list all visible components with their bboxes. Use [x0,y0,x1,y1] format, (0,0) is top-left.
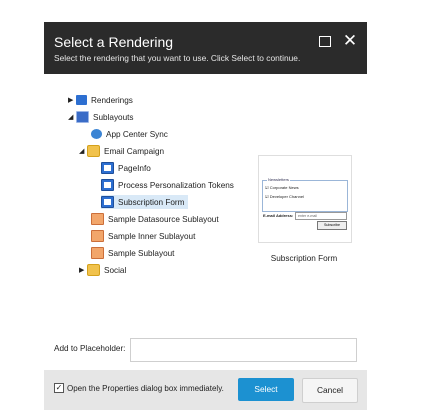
properties-checkbox[interactable]: ✓ [54,383,64,393]
tree-item-email-campaign[interactable]: ◢ Email Campaign [79,144,164,158]
tree-item-process-personalization-tokens[interactable]: Process Personalization Tokens [101,178,234,192]
tree-item-renderings[interactable]: ▶ Renderings [68,93,133,107]
expand-icon[interactable]: ▶ [68,96,76,104]
collapse-icon[interactable]: ◢ [79,147,87,155]
placeholder-input[interactable] [130,338,357,362]
tree-item-sample-sublayout[interactable]: Sample Sublayout [91,246,174,260]
select-button[interactable]: Select [238,378,294,401]
tree-item-label: Subscription Form [118,197,185,207]
placeholder-label: Add to Placeholder: [54,344,126,353]
tree-item-app-center-sync[interactable]: App Center Sync [91,127,168,141]
maximize-icon [319,36,331,47]
document-icon [101,162,114,174]
document-icon [101,179,114,191]
dialog-title: Select a Rendering [54,34,174,50]
properties-checkbox-row[interactable]: ✓ Open the Properties dialog box immedia… [54,383,224,393]
select-rendering-dialog: Select a Rendering Select the rendering … [44,22,367,410]
tree-item-label: PageInfo [118,163,151,173]
dialog-subtitle: Select the rendering that you want to us… [54,53,301,63]
tree-item-label: App Center Sync [106,129,168,139]
tree-item-label: Sample Inner Sublayout [108,231,196,241]
expand-icon[interactable]: ▶ [79,266,87,274]
collapse-icon[interactable]: ◢ [68,113,76,121]
preview-legend: Newsletters [267,177,290,182]
dialog-footer: ✓ Open the Properties dialog box immedia… [44,370,367,410]
tree-item-pageinfo[interactable]: PageInfo [101,161,151,175]
preview-caption: Subscription Form [270,254,338,263]
globe-icon [91,129,102,139]
tree-item-label: Process Personalization Tokens [118,180,234,190]
dialog-header: Select a Rendering Select the rendering … [44,22,367,74]
close-button[interactable]: ✕ [342,31,358,50]
close-icon: ✕ [342,31,358,50]
preview-subscribe-button: Subscribe [317,221,347,230]
tree-item-label: Sample Sublayout [108,248,175,258]
tree-item-subscription-form[interactable]: Subscription Form [101,195,189,209]
tree-item-label: Sublayouts [93,112,134,122]
renderings-icon [76,95,87,105]
rendering-preview: Newsletters ☑ Corporate News ☑ Developer… [258,155,352,243]
maximize-button[interactable] [317,34,333,50]
folder-icon [87,145,100,157]
tree-item-label: Sample Datasource Sublayout [108,214,219,224]
document-icon [101,196,114,208]
properties-checkbox-label: Open the Properties dialog box immediate… [67,383,224,393]
preview-email-input: enter e-mail [295,212,347,220]
sublayouts-icon [76,111,89,123]
tree-item-label: Email Campaign [104,146,165,156]
folder-icon [87,264,100,276]
tree-item-social[interactable]: ▶ Social [79,263,126,277]
sheet-icon [91,213,104,225]
tree-item-sublayouts[interactable]: ◢ Sublayouts [68,110,134,124]
preview-option: ☑ Developer Channel [265,194,304,199]
tree-item-sample-datasource-sublayout[interactable]: Sample Datasource Sublayout [91,212,219,226]
tree-item-label: Renderings [91,95,133,105]
sheet-icon [91,247,104,259]
tree-item-label: Social [104,265,127,275]
cancel-button[interactable]: Cancel [302,378,358,403]
tree-item-sample-inner-sublayout[interactable]: Sample Inner Sublayout [91,229,195,243]
sheet-icon [91,230,104,242]
preview-option: ☑ Corporate News [265,185,299,190]
preview-email-label: E-mail Address: [263,213,294,218]
